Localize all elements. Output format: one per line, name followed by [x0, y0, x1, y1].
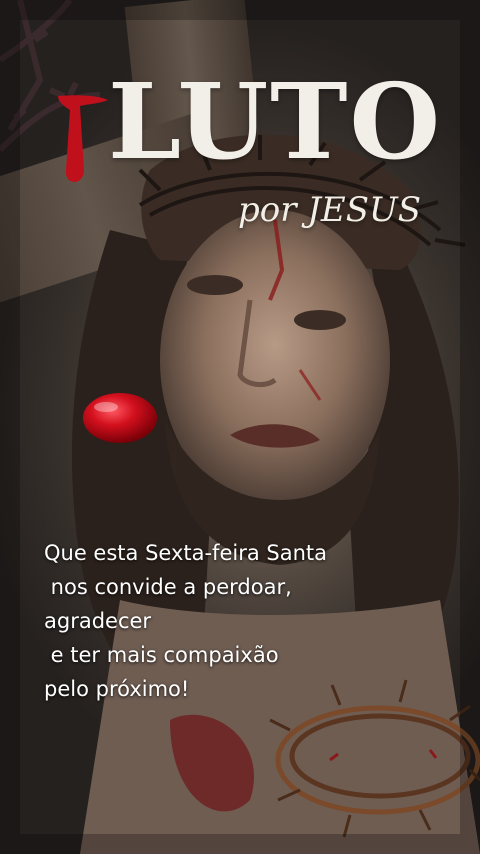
message-line: nos convide a perdoar, — [44, 575, 292, 599]
poster-subtitle: por JESUS — [238, 190, 421, 230]
message-line: agradecer — [44, 609, 152, 633]
poster: LUTO por JESUS Que esta Sexta-feira Sant… — [0, 0, 480, 854]
message-text: Que esta Sexta-feira Santa nos convide a… — [44, 536, 424, 706]
blood-drop — [83, 393, 157, 443]
poster-title: LUTO — [108, 60, 443, 183]
message-line: Que esta Sexta-feira Santa — [44, 541, 327, 565]
face — [160, 210, 390, 565]
message-line: pelo próximo! — [44, 677, 190, 701]
message-line: e ter mais compaixão — [44, 643, 279, 667]
